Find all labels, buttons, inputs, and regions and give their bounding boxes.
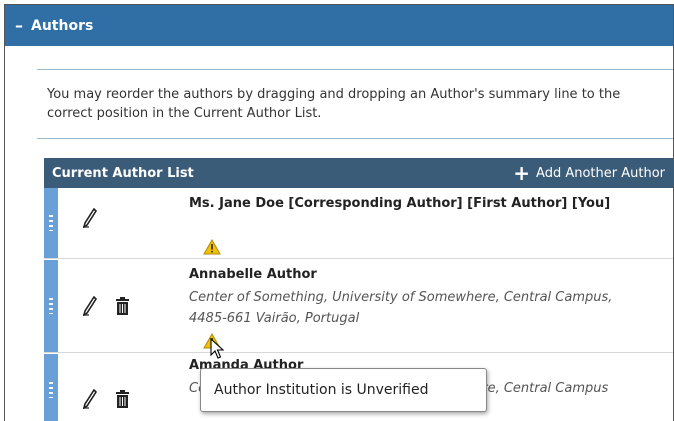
add-author-label: Add Another Author <box>536 165 665 181</box>
plus-icon: + <box>513 161 531 185</box>
edit-icon[interactable] <box>82 208 98 228</box>
authors-panel: – Authors You may reorder the authors by… <box>4 4 674 421</box>
unverified-institution-tooltip: Author Institution is Unverified <box>200 368 487 412</box>
trash-icon[interactable] <box>115 297 130 315</box>
section-title: Authors <box>31 17 94 34</box>
author-name: Annabelle Author <box>189 267 317 282</box>
author-institution: Center of Something, University of Somew… <box>189 290 613 326</box>
author-row[interactable]: Ms. Jane Doe [Corresponding Author] [Fir… <box>44 188 673 259</box>
collapse-minus-icon[interactable]: – <box>15 16 23 35</box>
warning-icon[interactable] <box>203 239 221 255</box>
drag-handle-icon[interactable] <box>44 260 58 352</box>
author-list-header: Current Author List + Add Another Author <box>44 158 673 188</box>
author-name: Ms. Jane Doe [Corresponding Author] [Fir… <box>189 196 611 211</box>
drag-handle-icon[interactable] <box>44 188 58 258</box>
edit-icon[interactable] <box>82 296 98 316</box>
drag-handle-icon[interactable] <box>44 354 58 421</box>
reorder-instructions: You may reorder the authors by dragging … <box>37 69 673 139</box>
author-row[interactable]: Annabelle Author Center of Something, Un… <box>44 260 673 353</box>
edit-icon[interactable] <box>82 389 98 409</box>
authors-section-header[interactable]: – Authors <box>5 5 673 46</box>
mouse-cursor-icon <box>210 338 224 359</box>
trash-icon[interactable] <box>115 390 130 408</box>
add-author-button[interactable]: + Add Another Author <box>513 161 665 185</box>
author-list-title: Current Author List <box>52 165 194 181</box>
